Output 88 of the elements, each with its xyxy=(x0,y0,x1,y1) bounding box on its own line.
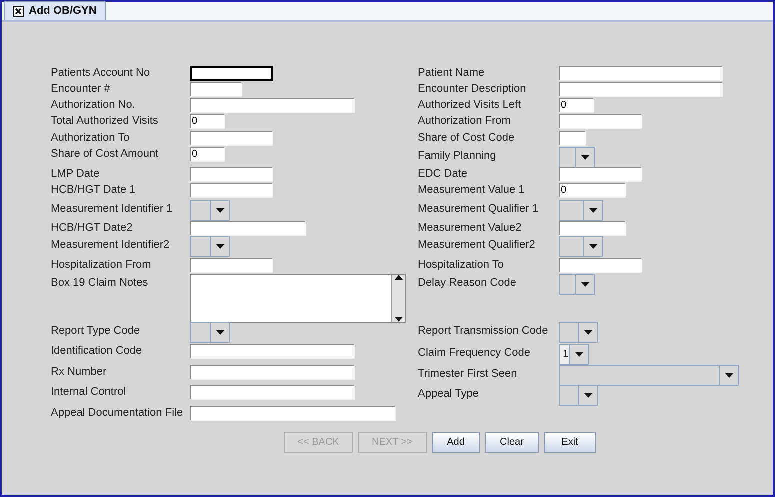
text-field[interactable] xyxy=(559,258,642,273)
dropdown[interactable] xyxy=(559,385,598,406)
text-field[interactable]: 0 xyxy=(559,98,594,113)
field-label: Measurement Qualifier 1 xyxy=(418,202,540,216)
field-label: Family Planning xyxy=(418,149,498,163)
text-field[interactable] xyxy=(559,66,723,81)
text-field[interactable] xyxy=(559,131,586,146)
button[interactable]: Exit xyxy=(544,432,596,453)
text-field[interactable] xyxy=(190,167,273,182)
caret-icon xyxy=(588,244,598,249)
button[interactable]: Clear xyxy=(485,432,539,453)
dropdown[interactable] xyxy=(559,274,595,295)
field-label: Patient Name xyxy=(418,66,486,80)
caret-icon xyxy=(580,155,590,160)
field-label: Share of Cost Amount xyxy=(51,147,160,161)
field-label: Authorized Visits Left xyxy=(418,98,522,112)
field-label: Measurement Identifier2 xyxy=(51,238,171,252)
field-label: LMP Date xyxy=(51,167,101,181)
field-label: Appeal Type xyxy=(418,387,480,401)
caret-icon xyxy=(724,373,734,378)
caret-icon xyxy=(588,208,598,213)
caret-icon xyxy=(580,282,590,287)
field-label: Measurement Value2 xyxy=(418,221,523,235)
field-label: Appeal Documentation File xyxy=(51,406,184,420)
field-label: Rx Number xyxy=(51,365,108,379)
text-field[interactable] xyxy=(190,183,273,198)
text-field[interactable] xyxy=(559,114,642,129)
field-label: Report Transmission Code xyxy=(418,324,550,338)
field-label: HCB/HGT Date2 xyxy=(51,221,134,235)
text-field[interactable] xyxy=(559,82,723,97)
text-field[interactable] xyxy=(190,221,306,236)
button[interactable]: Add xyxy=(432,432,480,453)
text-field[interactable]: 0 xyxy=(559,183,626,198)
field-label: Measurement Qualifier2 xyxy=(418,238,536,252)
field-label: Report Type Code xyxy=(51,324,142,338)
text-field[interactable] xyxy=(559,221,626,236)
text-field[interactable]: 0 xyxy=(190,147,225,162)
scrollbar[interactable] xyxy=(391,275,405,322)
dropdown[interactable] xyxy=(190,322,230,343)
text-field[interactable] xyxy=(190,385,355,400)
close-icon[interactable] xyxy=(13,6,24,16)
field-label: Encounter # xyxy=(51,82,112,96)
notes-field[interactable] xyxy=(190,274,406,323)
dropdown[interactable]: 1 xyxy=(559,344,589,365)
field-label: Authorization No. xyxy=(51,98,136,112)
field-label: Hospitalization From xyxy=(51,258,152,272)
dropdown[interactable] xyxy=(559,322,598,343)
text-field[interactable] xyxy=(190,365,355,380)
field-label: Share of Cost Code xyxy=(418,131,516,145)
field-label: EDC Date xyxy=(418,167,469,181)
text-field[interactable] xyxy=(190,66,273,81)
scroll-up-icon[interactable] xyxy=(394,275,402,280)
field-label: Total Authorized Visits xyxy=(51,114,160,128)
field-label: HCB/HGT Date 1 xyxy=(51,183,137,197)
tab[interactable]: Add OB/GYN xyxy=(4,1,106,20)
field-label: Patients Account No xyxy=(51,66,152,80)
text-field[interactable] xyxy=(190,82,242,97)
text-field[interactable] xyxy=(190,98,355,113)
caret-icon xyxy=(584,330,592,335)
field-label: Encounter Description xyxy=(418,82,528,96)
caret-icon xyxy=(216,244,224,249)
field-label: Hospitalization To xyxy=(418,258,506,272)
field-label: Identification Code xyxy=(51,344,144,358)
field-label: Claim Frequency Code xyxy=(418,346,532,360)
dropdown[interactable] xyxy=(190,200,230,221)
field-label: Authorization From xyxy=(418,114,512,128)
dropdown[interactable] xyxy=(559,236,603,257)
dropdown[interactable] xyxy=(559,200,603,221)
field-label: Authorization To xyxy=(51,131,131,145)
field-label: Trimester First Seen xyxy=(418,367,518,381)
scroll-down-icon[interactable] xyxy=(394,317,402,322)
caret-icon xyxy=(574,352,584,357)
field-label: Measurement Value 1 xyxy=(418,183,526,197)
field-label: Box 19 Claim Notes xyxy=(51,276,150,290)
text-field[interactable] xyxy=(190,344,355,359)
text-field[interactable]: 0 xyxy=(190,114,225,129)
caret-icon xyxy=(216,208,224,213)
text-field[interactable] xyxy=(190,131,273,146)
caret-icon xyxy=(584,393,592,398)
text-field[interactable] xyxy=(190,406,396,421)
caret-icon xyxy=(216,330,224,335)
text-field[interactable] xyxy=(559,167,642,182)
field-label: Delay Reason Code xyxy=(418,276,518,290)
field-label: Internal Control xyxy=(51,385,128,399)
dropdown[interactable] xyxy=(559,147,595,168)
text-field[interactable] xyxy=(190,258,273,273)
field-label: Measurement Identifier 1 xyxy=(51,202,174,216)
dropdown[interactable] xyxy=(190,236,230,257)
